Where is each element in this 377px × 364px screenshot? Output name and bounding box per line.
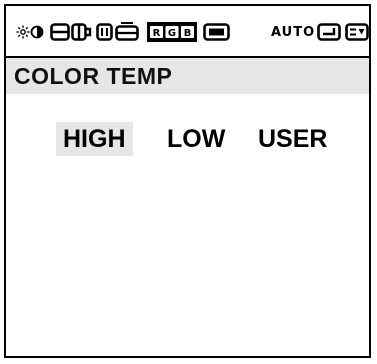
svg-text:R: R <box>153 28 161 39</box>
brightness-contrast-icon[interactable] <box>16 22 44 42</box>
option-low[interactable]: LOW <box>160 122 232 156</box>
menu-title: COLOR TEMP <box>14 63 173 89</box>
svg-text:B: B <box>184 28 192 39</box>
position-icon[interactable] <box>50 22 92 42</box>
auto-adjust-label[interactable]: AUTO <box>271 26 315 40</box>
color-temp-options: HIGH LOW USER <box>6 122 369 162</box>
svg-text:G: G <box>168 28 176 39</box>
osd-menu: R G B AUTO COLOR TEMP HIGH LOW USER <box>4 4 371 358</box>
rgb-icon[interactable]: R G B <box>147 22 197 42</box>
osd-icon[interactable] <box>345 22 369 42</box>
size-icon[interactable] <box>96 22 140 42</box>
option-user[interactable]: USER <box>251 122 334 156</box>
menu-title-bar: COLOR TEMP <box>6 58 369 94</box>
menu-toolbar: R G B AUTO <box>6 6 369 58</box>
input-icon[interactable] <box>317 22 341 42</box>
option-high[interactable]: HIGH <box>56 122 133 156</box>
screen-icon[interactable] <box>203 22 231 42</box>
